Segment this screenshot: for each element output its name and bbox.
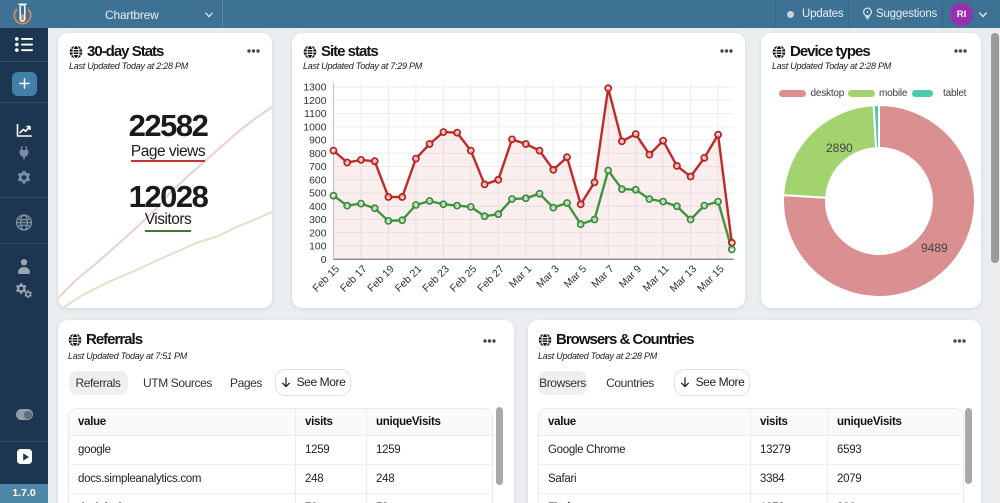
svg-text:Mar 3: Mar 3 [534,263,562,291]
svg-text:Feb 21: Feb 21 [393,263,425,295]
svg-text:Feb 17: Feb 17 [338,263,370,295]
svg-text:1200: 1200 [303,96,326,107]
svg-text:Mar 13: Mar 13 [667,263,699,295]
svg-text:100: 100 [309,242,327,253]
svg-text:800: 800 [309,149,327,160]
svg-text:Feb 27: Feb 27 [475,263,507,295]
svg-text:Mar 11: Mar 11 [641,263,672,294]
svg-text:Feb 25: Feb 25 [448,263,480,295]
svg-text:2890: 2890 [826,141,853,155]
svg-text:400: 400 [309,202,327,213]
svg-text:1000: 1000 [303,122,326,133]
svg-text:9489: 9489 [921,241,948,255]
svg-text:Feb 15: Feb 15 [310,263,342,295]
svg-text:Mar 7: Mar 7 [589,263,617,291]
svg-text:1100: 1100 [304,109,327,120]
svg-text:300: 300 [309,215,327,226]
svg-text:1300: 1300 [303,83,326,94]
svg-text:500: 500 [309,189,327,200]
svg-text:200: 200 [309,228,327,239]
svg-text:700: 700 [309,162,327,173]
svg-text:900: 900 [309,136,327,147]
svg-text:Mar 1: Mar 1 [507,263,535,291]
svg-text:Feb 19: Feb 19 [365,263,397,295]
svg-text:Mar 15: Mar 15 [695,263,727,295]
svg-text:Mar 5: Mar 5 [562,263,590,291]
svg-text:600: 600 [309,175,327,186]
svg-text:0: 0 [321,255,327,266]
svg-text:Feb 23: Feb 23 [420,263,452,295]
